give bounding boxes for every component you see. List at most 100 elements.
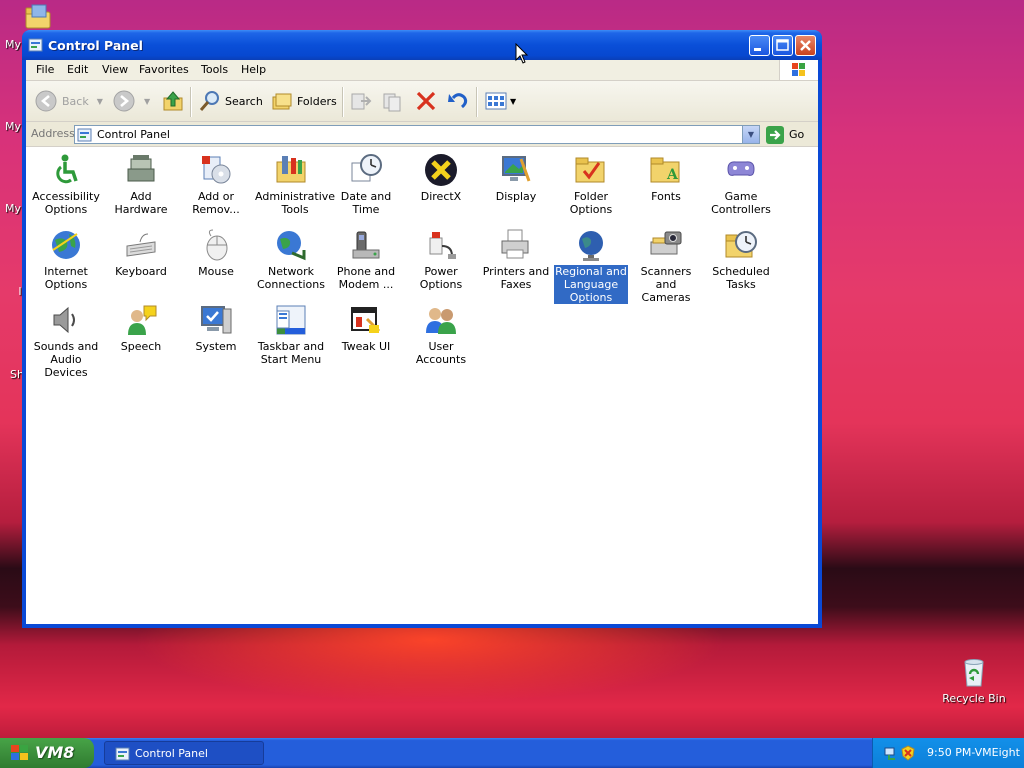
- cp-item-scheduled-tasks[interactable]: Scheduled Tasks: [704, 228, 778, 291]
- back-button[interactable]: Back ▼: [34, 89, 103, 113]
- menu-view[interactable]: View: [102, 63, 128, 76]
- cp-item-tweak-ui[interactable]: Tweak UI: [329, 303, 403, 353]
- maximize-icon: [776, 39, 789, 51]
- cp-item-label: Network Connections: [257, 265, 325, 291]
- search-button[interactable]: Search: [198, 89, 263, 113]
- cp-item-date-and-time[interactable]: Date and Time: [329, 153, 403, 216]
- close-button[interactable]: [795, 35, 816, 56]
- cp-item-add-remove-programs[interactable]: Add or Remov...: [179, 153, 253, 216]
- keyboard-icon: [126, 233, 156, 257]
- taskbar-button-label: Control Panel: [135, 747, 208, 760]
- menu-edit[interactable]: Edit: [67, 63, 88, 76]
- control-panel-icon: [115, 747, 130, 761]
- minimize-button[interactable]: [749, 35, 770, 56]
- cp-item-label: Phone and Modem ...: [336, 265, 396, 291]
- menu-favorites[interactable]: Favorites: [139, 63, 189, 76]
- cp-item-label: Folder Options: [569, 190, 613, 216]
- cp-item-network-connections[interactable]: Network Connections: [254, 228, 328, 291]
- taskbar-button-control-panel[interactable]: Control Panel: [104, 741, 264, 765]
- windows-logo: [779, 60, 818, 80]
- network-tray-icon[interactable]: [883, 745, 899, 761]
- cp-item-sounds-and-audio-devices[interactable]: Sounds and Audio Devices: [29, 303, 103, 379]
- mouse-icon: [206, 229, 228, 261]
- cp-item-add-hardware[interactable]: Add Hardware: [104, 153, 178, 216]
- menu-tools[interactable]: Tools: [201, 63, 228, 76]
- cp-item-power-options[interactable]: Power Options: [404, 228, 478, 291]
- cp-item-game-controllers[interactable]: Game Controllers: [704, 153, 778, 216]
- cp-item-mouse[interactable]: Mouse: [179, 228, 253, 278]
- cp-item-regional-and-language-options[interactable]: Regional and Language Options: [553, 228, 629, 305]
- delete-button[interactable]: [414, 89, 438, 113]
- administrative-tools-icon: [276, 156, 306, 183]
- windows-flag-icon: [792, 63, 805, 76]
- start-label: VM8: [35, 743, 75, 762]
- cp-item-user-accounts[interactable]: User Accounts: [404, 303, 478, 366]
- address-bar: Address Control Panel ▼ Go: [26, 122, 818, 147]
- cp-item-phone-and-modem[interactable]: Phone and Modem ...: [329, 228, 403, 291]
- go-label: Go: [789, 128, 805, 141]
- forward-arrow-icon: [113, 90, 135, 112]
- cp-item-label: Sounds and Audio Devices: [33, 340, 99, 379]
- printers-faxes-icon: [501, 229, 529, 259]
- cp-item-label: Internet Options: [44, 265, 88, 291]
- address-dropdown-button[interactable]: ▼: [742, 126, 759, 143]
- cp-item-internet-options[interactable]: Internet Options: [29, 228, 103, 291]
- move-to-icon: [351, 93, 372, 110]
- folder-up-icon: [163, 91, 183, 111]
- copy-to-button[interactable]: [381, 89, 405, 113]
- cp-item-label: Fonts: [651, 190, 681, 203]
- cp-item-label: Regional and Language Options: [553, 264, 629, 305]
- maximize-button[interactable]: [772, 35, 793, 56]
- views-button[interactable]: ▼: [484, 89, 516, 113]
- directx-icon: [425, 154, 457, 186]
- folders-button[interactable]: Folders: [271, 89, 337, 113]
- cp-item-keyboard[interactable]: Keyboard: [104, 228, 178, 278]
- add-remove-programs-icon: [202, 156, 231, 184]
- menu-bar: File Edit View Favorites Tools Help: [26, 60, 818, 81]
- cp-item-folder-options[interactable]: Folder Options: [554, 153, 628, 216]
- cp-item-printers-and-faxes[interactable]: Printers and Faxes: [479, 228, 553, 291]
- start-button[interactable]: VM8: [0, 738, 94, 768]
- cp-item-administrative-tools[interactable]: Administrative Tools: [254, 153, 335, 216]
- cp-item-label: Display: [495, 190, 537, 203]
- go-button[interactable]: Go: [766, 125, 804, 144]
- mouse-cursor-icon: [515, 43, 529, 64]
- cp-item-label: Scanners and Cameras: [640, 265, 692, 304]
- forward-button[interactable]: ▼: [112, 89, 150, 113]
- back-arrow-icon: [35, 90, 57, 112]
- up-button[interactable]: [162, 89, 184, 113]
- cp-item-display[interactable]: Display: [479, 153, 553, 203]
- system-icon: [201, 306, 232, 334]
- undo-button[interactable]: [446, 89, 470, 113]
- cp-item-label: User Accounts: [415, 340, 467, 366]
- taskbar: VM8 Control Panel 9:50 PM-VMEight: [0, 738, 1024, 768]
- move-to-button[interactable]: [349, 89, 373, 113]
- cp-item-label: Game Controllers: [711, 190, 771, 216]
- window-title: Control Panel: [48, 38, 143, 53]
- menu-file[interactable]: File: [36, 63, 54, 76]
- forward-dropdown-icon[interactable]: ▼: [144, 97, 150, 106]
- scheduled-tasks-icon: [725, 231, 757, 258]
- cp-item-label: Add or Remov...: [192, 190, 240, 216]
- windows-flag-icon: [11, 745, 28, 760]
- desktop-icon-recycle-bin[interactable]: Recycle Bin: [940, 656, 1008, 705]
- window-titlebar[interactable]: Control Panel: [22, 30, 822, 60]
- chevron-down-icon: ▼: [747, 130, 755, 139]
- cp-item-label: Accessibility Options: [32, 190, 100, 216]
- recycle-bin-icon: [964, 659, 984, 687]
- power-options-icon: [429, 232, 456, 259]
- cp-item-accessibility-options[interactable]: Accessibility Options: [29, 153, 103, 216]
- menu-help[interactable]: Help: [241, 63, 266, 76]
- cp-item-label: Add Hardware: [114, 190, 168, 216]
- security-shield-icon[interactable]: [900, 745, 916, 761]
- cp-item-fonts[interactable]: A Fonts: [629, 153, 703, 203]
- desktop-icon-folder[interactable]: [22, 2, 54, 32]
- cp-item-system[interactable]: System: [179, 303, 253, 353]
- back-dropdown-icon[interactable]: ▼: [97, 97, 103, 106]
- cp-item-taskbar-and-start-menu[interactable]: Taskbar and Start Menu: [254, 303, 328, 366]
- cp-item-directx[interactable]: DirectX: [404, 153, 478, 203]
- cp-item-scanners-and-cameras[interactable]: Scanners and Cameras: [629, 228, 703, 304]
- views-dropdown-icon[interactable]: ▼: [510, 97, 516, 106]
- cp-item-speech[interactable]: Speech: [104, 303, 178, 353]
- address-field[interactable]: Control Panel ▼: [74, 125, 760, 144]
